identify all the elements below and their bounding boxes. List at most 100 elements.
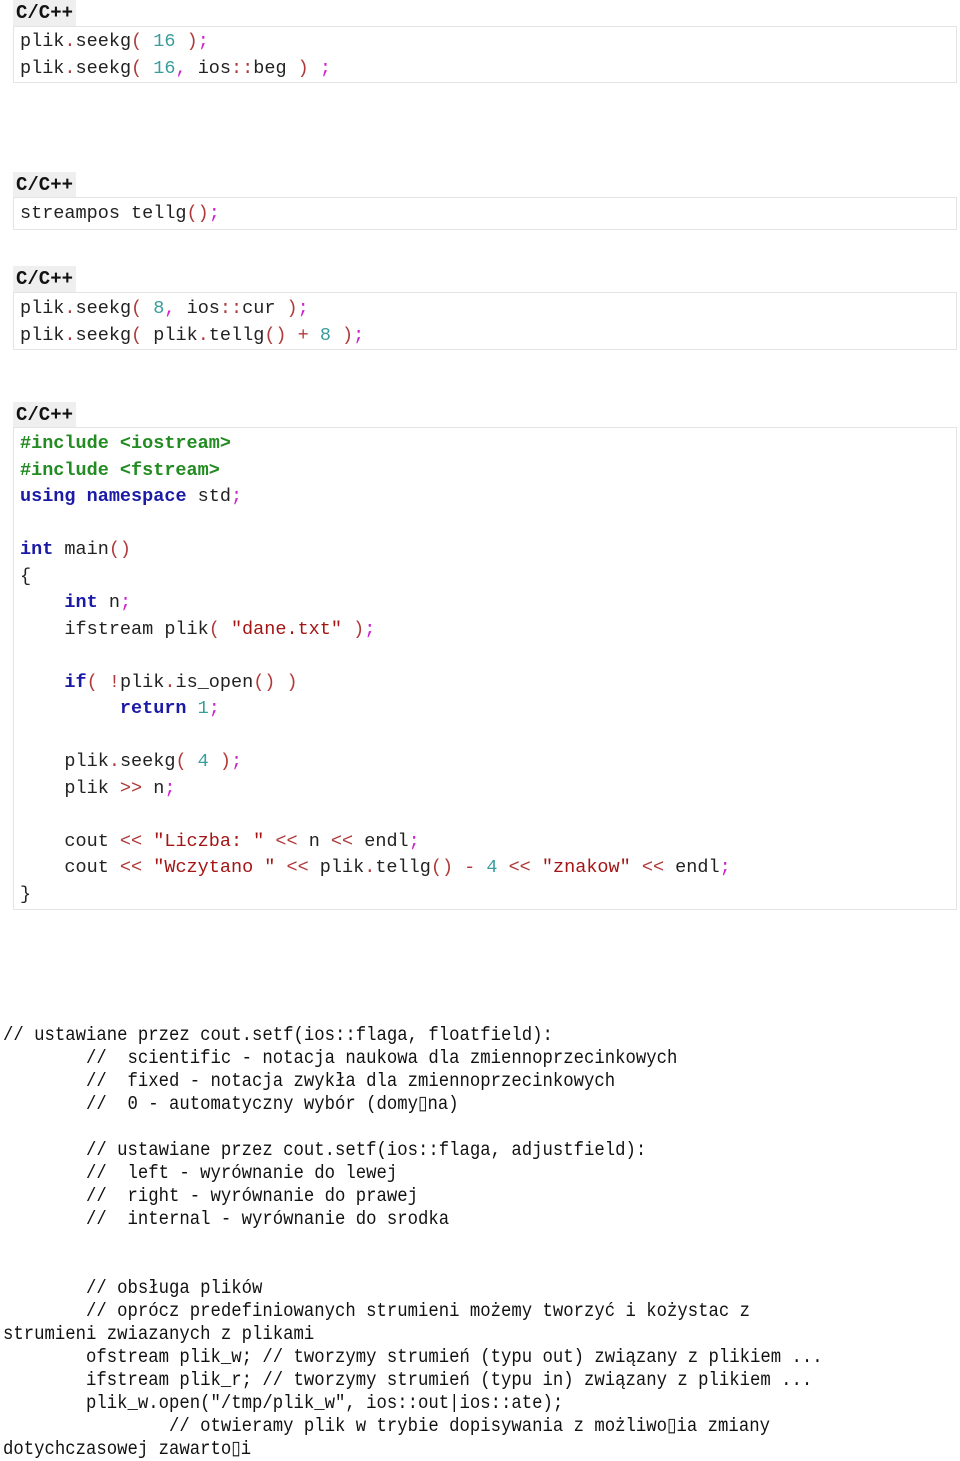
- text-line: strumieni zwiazanych z plikami: [3, 1323, 315, 1345]
- plain-text-notes: // ustawiane przez cout.setf(ios::flaga,…: [3, 1024, 823, 1461]
- code-token: seekg: [75, 31, 132, 52]
- code-token: .: [64, 57, 76, 79]
- code-token: tellg: [208, 324, 265, 346]
- code-token: n: [297, 830, 331, 852]
- code-token: (: [131, 31, 154, 52]
- code-token: <<: [641, 857, 665, 878]
- code-content: plik.seekg( 16 ); plik.seekg( 16, ios::be…: [20, 29, 331, 82]
- code-token: 4: [197, 751, 209, 772]
- code-line: if( !plik.is_open() ): [20, 670, 731, 697]
- code-token: ios: [175, 298, 220, 319]
- code-line: cout << "Liczba: " << n << endl;: [20, 829, 731, 856]
- code-token: <<: [119, 830, 143, 852]
- code-token: ,: [175, 57, 187, 79]
- code-token: ;: [231, 751, 243, 772]
- code-token: ;: [719, 857, 731, 878]
- code-line: int n;: [20, 590, 731, 617]
- code-token: ): [286, 298, 298, 319]
- code-token: <<: [330, 830, 354, 852]
- code-token: return: [119, 698, 187, 719]
- code-line: return 1;: [20, 696, 731, 723]
- code-token: plik: [20, 298, 65, 319]
- code-token: endl: [664, 857, 720, 878]
- text-line: // otwieramy plik w trybie dopisywania z…: [3, 1415, 770, 1437]
- code-token: ::: [219, 298, 243, 319]
- code-token: is_open: [175, 671, 254, 693]
- code-token: int: [20, 539, 54, 560]
- text-line: dotychczasowej zawarto▯i: [3, 1438, 252, 1460]
- code-token: #include <fstream>: [20, 459, 220, 481]
- code-token: }: [20, 883, 32, 905]
- code-token: main: [53, 539, 109, 560]
- code-token: plik: [20, 324, 65, 346]
- code-token: plik: [20, 31, 65, 52]
- code-token: plik: [20, 777, 120, 799]
- text-line: // 0 - automatyczny wybór (domy▯na): [3, 1093, 459, 1115]
- code-token: {: [20, 565, 32, 587]
- code-token: ): [330, 324, 354, 346]
- code-line: ifstream plik( "dane.txt" );: [20, 617, 731, 644]
- text-line: [3, 1116, 823, 1139]
- code-line: plik.seekg( plik.tellg() + 8 );: [20, 323, 364, 350]
- code-token: ): [341, 618, 365, 640]
- code-token: seekg: [119, 751, 176, 772]
- code-token: int: [64, 592, 98, 613]
- code-line: plik.seekg( 16, ios::beg ) ;: [20, 56, 331, 83]
- code-token: ifstream plik: [20, 618, 209, 640]
- code-token: (: [131, 298, 154, 319]
- code-language-label: C/C++: [13, 266, 77, 292]
- code-line: plik.seekg( 16 );: [20, 29, 331, 56]
- code-token: plik: [308, 857, 365, 878]
- code-token: namespace: [86, 486, 187, 507]
- code-token: 4: [486, 857, 498, 878]
- code-token: ,: [164, 298, 176, 319]
- code-token: #include <iostream>: [20, 433, 231, 454]
- code-token: (): [186, 203, 209, 224]
- code-line: #include <fstream>: [20, 458, 731, 485]
- code-token: "dane.txt": [230, 618, 342, 640]
- code-token: <<: [508, 857, 531, 878]
- code-token: ): [297, 57, 309, 79]
- code-line: #include <iostream>: [20, 431, 731, 458]
- text-line: ifstream plik_r; // tworzymy strumień (t…: [3, 1369, 813, 1391]
- text-line: // ustawiane przez cout.setf(ios::flaga,…: [3, 1139, 647, 1161]
- code-token: "Wczytano ": [153, 857, 276, 878]
- code-token: 16: [153, 57, 176, 79]
- text-line: // fixed - notacja zwykła dla zmiennoprz…: [3, 1070, 616, 1092]
- code-line: using namespace std;: [20, 484, 731, 511]
- text-line: // oprócz predefiniowanych strumieni moż…: [3, 1300, 751, 1322]
- text-line: plik_w.open("/tmp/plik_w", ios::out|ios:…: [3, 1392, 564, 1414]
- code-token: <<: [119, 857, 143, 878]
- code-content: streampos tellg();: [20, 201, 220, 228]
- code-token: ;: [208, 203, 220, 224]
- code-token: ;: [164, 777, 176, 799]
- code-token: ;: [297, 298, 309, 319]
- code-token: ios: [186, 57, 232, 79]
- code-line: plik.seekg( 4 );: [20, 749, 731, 776]
- code-token: .: [108, 751, 120, 772]
- text-line: // scientific - notacja naukowa dla zmie…: [3, 1047, 678, 1069]
- text-line: // internal - wyrównanie do srodka: [3, 1208, 450, 1230]
- code-line: cout << "Wczytano " << plik.tellg() - 4 …: [20, 855, 731, 882]
- code-token: cur: [242, 298, 287, 319]
- code-token: plik: [119, 671, 165, 693]
- text-line: [3, 1231, 823, 1254]
- code-line: streampos tellg();: [20, 201, 220, 228]
- code-token: ;: [408, 830, 420, 852]
- code-token: "znakow": [541, 857, 631, 878]
- text-line: [3, 1254, 823, 1277]
- code-token: ::: [231, 57, 254, 79]
- code-token: <<: [275, 830, 298, 852]
- code-token: streampos tellg: [20, 203, 187, 224]
- code-token: <<: [286, 857, 309, 878]
- code-token: cout: [20, 830, 120, 852]
- code-line: int main(): [20, 537, 731, 564]
- code-token: plik: [153, 324, 198, 346]
